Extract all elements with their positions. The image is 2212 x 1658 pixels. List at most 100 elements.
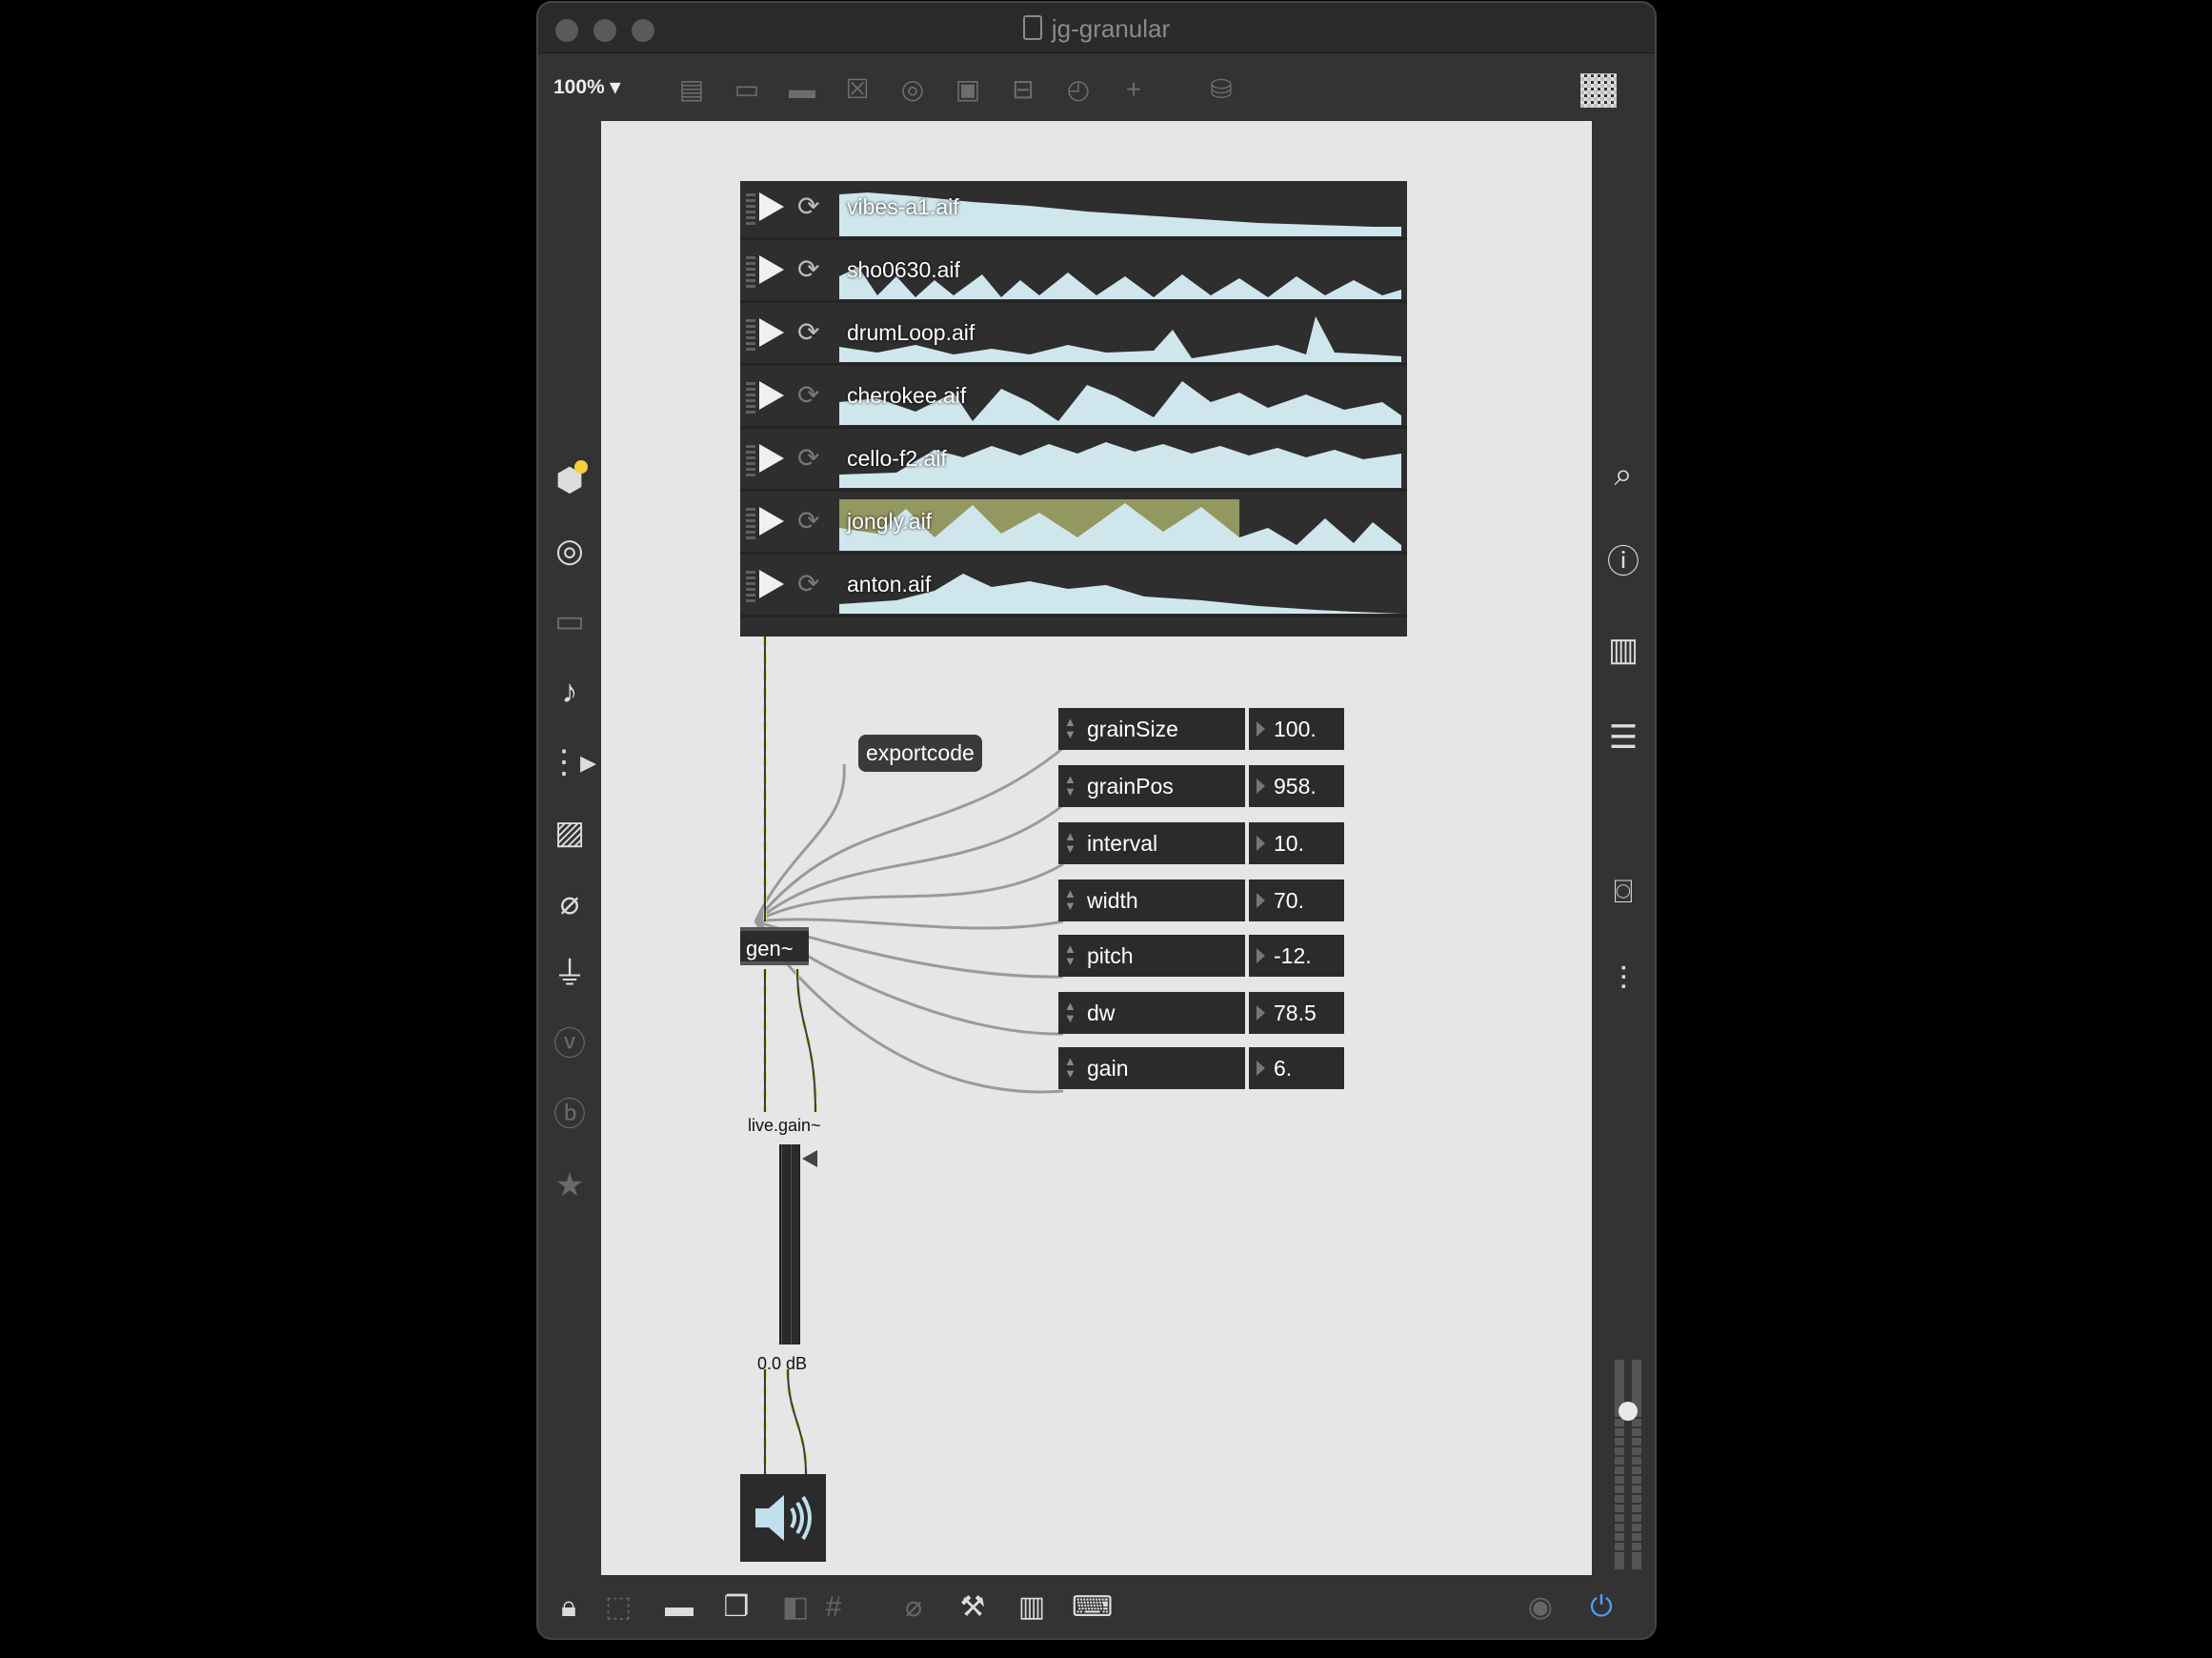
paint-bucket-icon[interactable]: ⛁ xyxy=(1205,73,1237,106)
playlist-row[interactable]: ⟳ cello-f2.aif xyxy=(740,433,1407,492)
playlist-row[interactable]: ⟳ cherokee.aif xyxy=(740,370,1407,429)
slider-icon[interactable]: ⊟ xyxy=(1007,73,1039,106)
patcher-window: jg-granular 100% ▾ ▤ ▭ ▬ ☒ ◎ ▣ ⊟ ◴ + ⛁ ⬢… xyxy=(538,3,1655,1638)
list-icon[interactable]: ☰ xyxy=(1601,716,1645,759)
loop-icon[interactable]: ⟳ xyxy=(797,505,819,537)
loop-icon[interactable]: ⟳ xyxy=(797,379,819,412)
gain-readout: 0.0 dB xyxy=(757,1354,808,1373)
triangle-icon xyxy=(1257,836,1265,851)
playlist-row[interactable]: ⟳ vibes-a1.aif xyxy=(740,181,1407,240)
select-icon[interactable]: ⬚ xyxy=(599,1588,637,1627)
drag-handle[interactable] xyxy=(746,318,755,351)
title-bar: jg-granular xyxy=(538,3,1655,53)
notification-badge xyxy=(574,460,588,474)
gain-thumb-icon[interactable] xyxy=(802,1150,817,1167)
new-object-icon[interactable]: ▤ xyxy=(675,73,708,106)
number-box[interactable]: 6. xyxy=(1249,1047,1344,1089)
sequence-icon[interactable]: ⋮▸ xyxy=(548,740,596,784)
ezdac-object[interactable] xyxy=(740,1474,826,1562)
dial-icon[interactable]: ◴ xyxy=(1062,73,1095,106)
drag-handle[interactable] xyxy=(746,255,755,288)
play-icon[interactable] xyxy=(759,570,784,598)
playlist-row[interactable]: ⟳ jongly.aif xyxy=(740,495,1407,555)
loop-icon[interactable]: ⟳ xyxy=(797,568,819,600)
hide-icon[interactable]: ◧ xyxy=(776,1588,814,1627)
master-volume-slider[interactable] xyxy=(1611,1360,1645,1569)
lock-icon[interactable]: 🔒︎ xyxy=(550,1588,588,1627)
button-icon[interactable]: ◎ xyxy=(896,73,929,106)
play-icon[interactable] xyxy=(759,507,784,536)
target-icon[interactable]: ◎ xyxy=(548,529,592,573)
ui-object-icon[interactable]: ▣ xyxy=(952,73,984,106)
stepper-arrows-icon[interactable]: ▲ ▼ xyxy=(1064,1055,1076,1080)
stepper-arrows-icon[interactable]: ▲ ▼ xyxy=(1064,716,1076,740)
transport-icon[interactable]: ◉ xyxy=(1521,1588,1559,1627)
playlist-row[interactable]: ⟳ sho0630.aif xyxy=(740,244,1407,303)
play-icon[interactable] xyxy=(759,318,784,347)
paperclip-icon[interactable]: ⌀ xyxy=(548,881,592,925)
number-box[interactable]: -12. xyxy=(1249,935,1344,977)
new-message-icon[interactable]: ▭ xyxy=(731,73,763,106)
power-icon[interactable]: ⏻ xyxy=(1582,1588,1620,1627)
package-icon[interactable]: ⬢ xyxy=(548,458,592,502)
meter-right xyxy=(791,1144,799,1345)
search-icon[interactable]: ⌕ xyxy=(1601,453,1645,496)
gen-object[interactable]: gen~ xyxy=(740,927,809,965)
grid-snap-icon[interactable]: # xyxy=(814,1588,853,1627)
music-note-icon[interactable]: ♪ xyxy=(548,670,592,714)
number-box[interactable]: 958. xyxy=(1249,765,1344,807)
live-gain-slider[interactable] xyxy=(779,1144,817,1345)
camera-icon[interactable]: ⌼ xyxy=(1601,870,1645,914)
drag-handle[interactable] xyxy=(746,192,755,225)
exportcode-message[interactable]: exportcode xyxy=(858,735,982,772)
presentation-icon[interactable]: ▬ xyxy=(660,1588,698,1627)
comment-icon[interactable]: ▬ xyxy=(786,73,818,106)
number-box[interactable]: 70. xyxy=(1249,880,1344,921)
stepper-arrows-icon[interactable]: ▲ ▼ xyxy=(1064,887,1076,912)
stepper-arrows-icon[interactable]: ▲ ▼ xyxy=(1064,942,1076,967)
info-icon[interactable]: ⓘ xyxy=(1601,540,1645,584)
attach-icon[interactable]: ⌀ xyxy=(895,1588,933,1627)
stepper-arrows-icon[interactable]: ▲ ▼ xyxy=(1064,830,1076,855)
image-icon[interactable]: ▨ xyxy=(548,811,592,855)
loop-icon[interactable]: ⟳ xyxy=(797,253,819,286)
number-box[interactable]: 100. xyxy=(1249,708,1344,750)
star-icon[interactable]: ★ xyxy=(548,1163,592,1207)
playlist-object[interactable]: ⟳ vibes-a1.aif ⟳ sho0630.aif ⟳ drumLoop.… xyxy=(740,181,1407,637)
piano-icon[interactable]: ▥ xyxy=(1013,1588,1051,1627)
toggle-icon[interactable]: ☒ xyxy=(841,73,874,106)
stepper-arrows-icon[interactable]: ▲ ▼ xyxy=(1064,773,1076,798)
drag-handle[interactable] xyxy=(746,570,755,602)
playlist-row[interactable]: ⟳ anton.aif xyxy=(740,558,1407,617)
zoom-menu[interactable]: 100% ▾ xyxy=(553,75,620,99)
loop-icon[interactable]: ⟳ xyxy=(797,442,819,475)
drag-handle[interactable] xyxy=(746,507,755,539)
play-icon[interactable] xyxy=(759,255,784,284)
wrench-icon[interactable]: ⚒ xyxy=(954,1588,992,1627)
play-icon[interactable] xyxy=(759,192,784,221)
vst-icon[interactable]: ⓥ xyxy=(548,1022,592,1066)
add-object-icon[interactable]: + xyxy=(1117,73,1150,106)
book-icon[interactable]: ▥ xyxy=(1601,628,1645,672)
beap-icon[interactable]: ⓑ xyxy=(548,1093,592,1137)
patch-canvas[interactable]: ⟳ vibes-a1.aif ⟳ sho0630.aif ⟳ drumLoop.… xyxy=(601,121,1592,1575)
device-icon[interactable]: ▭ xyxy=(548,599,592,643)
keyboard-icon[interactable]: ⌨ xyxy=(1072,1588,1113,1627)
windows-icon[interactable]: ❐ xyxy=(717,1588,755,1627)
triangle-icon xyxy=(1257,778,1265,794)
play-icon[interactable] xyxy=(759,381,784,410)
master-volume-thumb[interactable] xyxy=(1619,1402,1638,1421)
stepper-arrows-icon[interactable]: ▲ ▼ xyxy=(1064,1000,1076,1024)
number-box[interactable]: 10. xyxy=(1249,822,1344,864)
drag-handle[interactable] xyxy=(746,444,755,476)
loop-icon[interactable]: ⟳ xyxy=(797,316,819,349)
play-icon[interactable] xyxy=(759,444,784,473)
number-box[interactable]: 78.5 xyxy=(1249,992,1344,1034)
drag-handle[interactable] xyxy=(746,381,755,414)
mixer-icon[interactable]: ⫶ xyxy=(1601,958,1645,1001)
loop-icon[interactable]: ⟳ xyxy=(797,191,819,223)
triangle-icon xyxy=(1257,893,1265,908)
grid-icon[interactable] xyxy=(1580,73,1617,108)
plug-icon[interactable]: ⏚ xyxy=(548,952,592,996)
playlist-row[interactable]: ⟳ drumLoop.aif xyxy=(740,307,1407,366)
